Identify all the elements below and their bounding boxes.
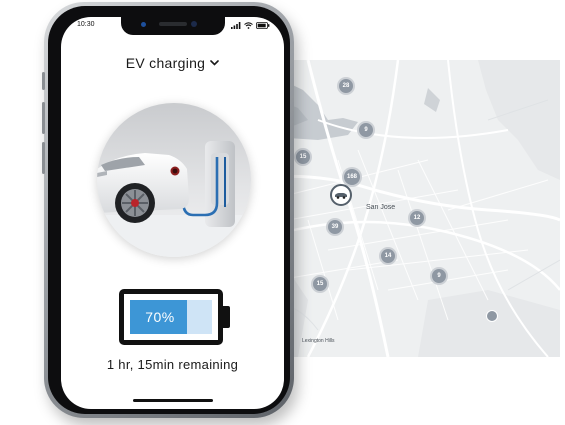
- marketing-stage: 28 9 15 168 74 12 39 14 9 15 San Jose Le…: [0, 0, 565, 425]
- status-icons: [231, 21, 270, 29]
- map-base: [248, 60, 560, 357]
- battery-icon: [256, 21, 270, 29]
- charging-station-map[interactable]: 28 9 15 168 74 12 39 14 9 15 San Jose Le…: [248, 60, 560, 357]
- car-charging-illustration: [97, 103, 251, 257]
- sensor-icon: [141, 22, 146, 27]
- mute-switch: [42, 72, 45, 90]
- station-cluster-marker[interactable]: 14: [379, 247, 397, 265]
- current-car-marker[interactable]: [330, 184, 352, 206]
- phone-frame: 10:30 EV charging 70% 1 hr, 15min remain…: [42, 2, 294, 418]
- battery-tip: [223, 306, 230, 328]
- car-charging-image: [97, 103, 251, 257]
- station-cluster-marker[interactable]: 39: [326, 218, 344, 236]
- phone-screen: 10:30 EV charging 70% 1 hr, 15min remain…: [61, 17, 284, 409]
- battery-body: 70%: [119, 289, 223, 345]
- car-icon: [335, 193, 347, 199]
- home-indicator[interactable]: [133, 399, 213, 402]
- volume-up-button: [42, 102, 45, 134]
- status-time: 10:30: [77, 21, 95, 28]
- station-marker[interactable]: [486, 310, 498, 322]
- phone-notch: [121, 17, 225, 35]
- station-cluster-marker[interactable]: 12: [408, 209, 426, 227]
- battery-percentage: 70%: [145, 309, 175, 325]
- station-cluster-marker[interactable]: 9: [357, 121, 375, 139]
- map-city-label: San Jose: [366, 204, 396, 211]
- chevron-down-icon: [210, 60, 220, 66]
- station-cluster-marker[interactable]: 15: [294, 148, 312, 166]
- speaker-grille: [159, 22, 187, 26]
- station-cluster-marker[interactable]: 28: [337, 77, 355, 95]
- app-title: EV charging: [125, 55, 206, 71]
- station-cluster-marker[interactable]: 15: [311, 275, 329, 293]
- battery-indicator: 70%: [119, 289, 237, 347]
- charging-time-remaining: 1 hr, 15min remaining: [106, 357, 239, 372]
- station-cluster-marker[interactable]: 9: [430, 267, 448, 285]
- map-area-label: Lexington Hills: [302, 338, 335, 344]
- phone-bezel: 10:30 EV charging 70% 1 hr, 15min remain…: [48, 6, 290, 414]
- front-camera-icon: [191, 21, 197, 27]
- app-header-dropdown[interactable]: EV charging: [61, 55, 284, 71]
- wifi-icon: [244, 21, 253, 29]
- signal-icon: [231, 21, 241, 29]
- volume-down-button: [42, 142, 45, 174]
